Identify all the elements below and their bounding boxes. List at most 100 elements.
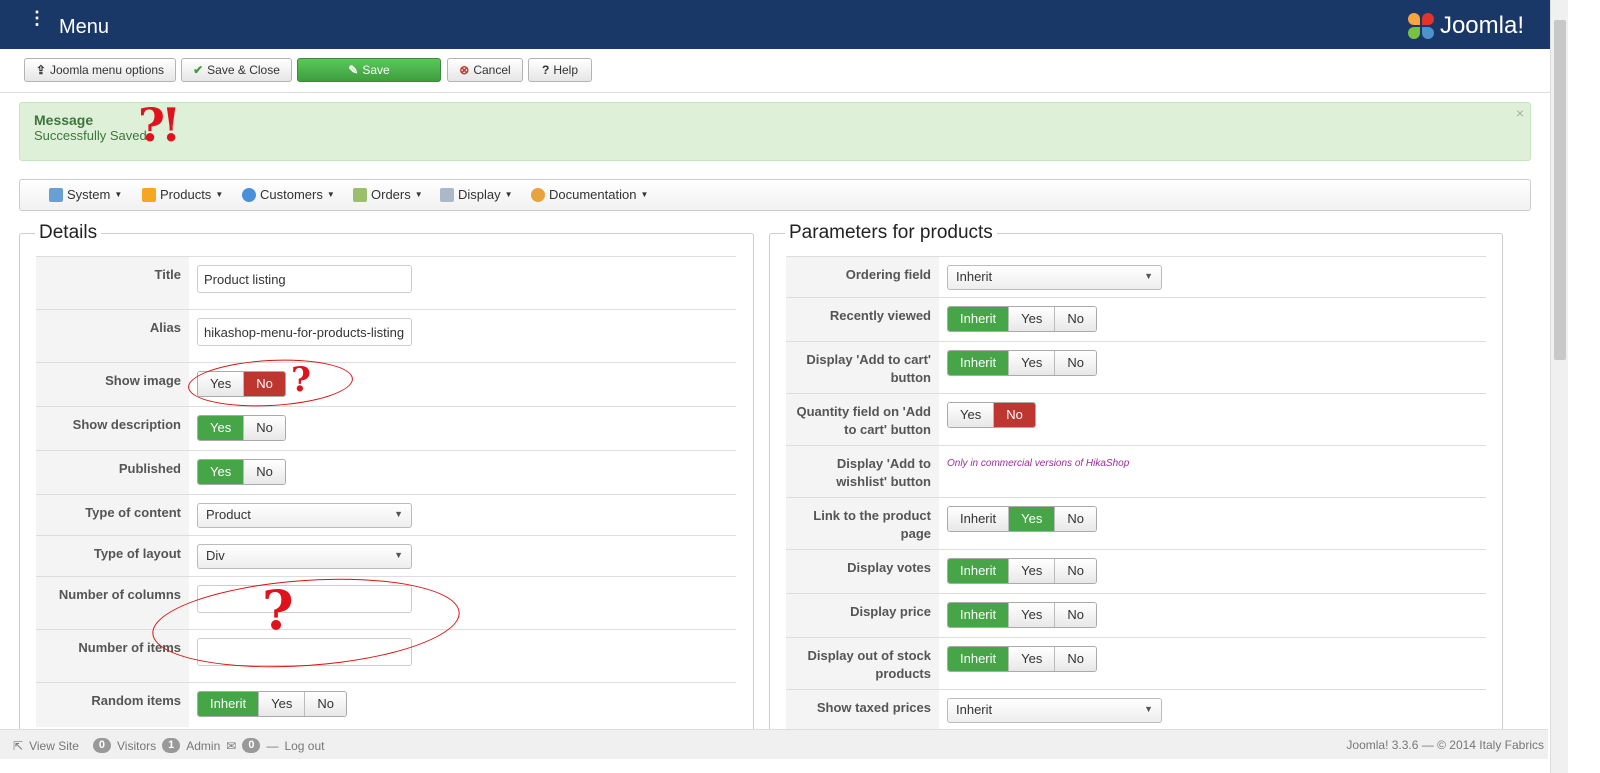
recent-toggle: Inherit Yes No <box>947 306 1097 332</box>
no-option[interactable]: No <box>1055 507 1096 531</box>
nav-system[interactable]: System ▼ <box>49 187 122 202</box>
chevron-down-icon: ▼ <box>414 190 423 199</box>
help-button[interactable]: ? Help <box>528 58 592 82</box>
logout-link[interactable]: Log out <box>284 739 324 753</box>
chevron-down-icon: ▼ <box>394 550 403 560</box>
nav-products[interactable]: Products ▼ <box>142 187 223 202</box>
yes-option[interactable]: Yes <box>1009 351 1056 375</box>
ordering-label: Ordering field <box>786 256 939 298</box>
yes-option[interactable]: Yes <box>198 460 245 484</box>
inherit-option[interactable]: Inherit <box>198 692 260 716</box>
yes-option[interactable]: Yes <box>259 692 306 716</box>
no-option[interactable]: No <box>994 403 1035 427</box>
no-option[interactable]: No <box>1055 647 1096 671</box>
details-legend: Details <box>35 222 102 244</box>
show-description-label: Show description <box>36 406 189 451</box>
nav-label: Documentation <box>549 187 637 202</box>
status-left: ⇱ View Site 0 Visitors 1 Admin ✉ 0 — Log… <box>13 738 325 753</box>
save-button[interactable]: ✎ Save <box>297 58 441 82</box>
menu-toggle-icon[interactable]: ⋮ <box>28 9 46 27</box>
row-votes: Display votes Inherit Yes No <box>786 549 1486 594</box>
chevron-down-icon: ▼ <box>114 190 123 199</box>
scrollbar-thumb[interactable] <box>1554 20 1566 360</box>
joomla-mark-icon <box>1406 11 1436 41</box>
add-cart-toggle: Inherit Yes No <box>947 350 1097 376</box>
external-link-icon: ⇱ <box>13 738 24 753</box>
wishlist-note: Only in commercial versions of HikaShop <box>947 458 1130 469</box>
menu-options-button[interactable]: ⇪ Joomla menu options <box>24 58 176 82</box>
nav-orders[interactable]: Orders ▼ <box>353 187 423 202</box>
message-text: Successfully Saved <box>34 128 147 143</box>
inherit-option[interactable]: Inherit <box>948 307 1010 331</box>
inherit-option[interactable]: Inherit <box>948 351 1010 375</box>
no-option[interactable]: No <box>305 692 346 716</box>
chevron-down-icon: ▼ <box>1144 704 1153 714</box>
yes-option[interactable]: Yes <box>1009 603 1056 627</box>
menu-options-label: Joomla menu options <box>49 63 165 77</box>
users-icon <box>242 187 256 202</box>
taxed-select[interactable]: Inherit ▼ <box>947 698 1162 723</box>
inherit-option[interactable]: Inherit <box>948 647 1010 671</box>
inherit-option[interactable]: Inherit <box>948 507 1010 531</box>
close-icon[interactable]: × <box>1516 105 1524 121</box>
yes-option[interactable]: Yes <box>948 403 995 427</box>
ordering-select[interactable]: Inherit ▼ <box>947 265 1162 290</box>
type-layout-select[interactable]: Div ▼ <box>197 544 412 569</box>
yes-option[interactable]: Yes <box>1009 307 1056 331</box>
nav-documentation[interactable]: Documentation ▼ <box>531 187 648 202</box>
alias-input[interactable] <box>197 318 412 346</box>
show-image-label: Show image <box>36 362 189 407</box>
no-option[interactable]: No <box>1055 351 1096 375</box>
page-title: Menu <box>59 16 110 38</box>
box-icon <box>142 187 156 202</box>
save-close-button[interactable]: ✔ Save & Close <box>181 58 292 82</box>
select-value: Div <box>206 548 225 563</box>
yes-option[interactable]: Yes <box>1009 559 1056 583</box>
type-content-label: Type of content <box>36 494 189 536</box>
price-label: Display price <box>786 593 939 638</box>
yes-option[interactable]: Yes <box>198 416 245 440</box>
no-option[interactable]: No <box>1055 603 1096 627</box>
yes-option[interactable]: Yes <box>1009 507 1056 531</box>
link-toggle: Inherit Yes No <box>947 506 1097 532</box>
row-alias: Alias <box>36 309 736 363</box>
price-toggle: Inherit Yes No <box>947 602 1097 628</box>
qty-label: Quantity field on 'Add to cart' button <box>786 393 939 446</box>
published-label: Published <box>36 450 189 495</box>
no-option[interactable]: No <box>1055 307 1096 331</box>
upload-icon: ⇪ <box>35 63 46 77</box>
inherit-option[interactable]: Inherit <box>948 603 1010 627</box>
random-items-toggle: Inherit Yes No <box>197 691 347 717</box>
title-input[interactable] <box>197 265 412 293</box>
random-items-label: Random items <box>36 682 189 727</box>
joomla-logo[interactable]: Joomla! <box>1406 11 1524 41</box>
no-option[interactable]: No <box>1055 559 1096 583</box>
row-type-content: Type of content Product ▼ <box>36 494 736 536</box>
stock-toggle: Inherit Yes No <box>947 646 1097 672</box>
nav-customers[interactable]: Customers ▼ <box>242 187 335 202</box>
no-option[interactable]: No <box>244 416 285 440</box>
chevron-down-icon: ▼ <box>1144 271 1153 281</box>
cancel-button[interactable]: ⊗ Cancel <box>447 58 523 82</box>
view-site-link[interactable]: View Site <box>29 739 79 753</box>
alias-label: Alias <box>36 309 189 363</box>
vertical-scrollbar[interactable] <box>1550 0 1568 773</box>
details-table: Title Alias Show imageYesNo Show descrip… <box>36 256 736 727</box>
orders-icon <box>353 187 367 202</box>
cancel-label: Cancel <box>473 63 511 77</box>
no-option[interactable]: No <box>244 460 285 484</box>
type-content-select[interactable]: Product ▼ <box>197 503 412 528</box>
nav-display[interactable]: Display ▼ <box>440 187 513 202</box>
wishlist-label: Display 'Add to wishlist' button <box>786 445 939 498</box>
visitors-badge: 0 <box>92 738 111 753</box>
annotation-question: ? <box>291 360 311 400</box>
row-add-cart: Display 'Add to cart' button Inherit Yes No <box>786 341 1486 394</box>
message-heading: Message <box>34 112 94 128</box>
row-ordering: Ordering field Inherit ▼ <box>786 256 1486 298</box>
yes-option[interactable]: Yes <box>1009 647 1056 671</box>
nav-label: Customers <box>260 187 323 202</box>
select-value: Inherit <box>956 269 993 284</box>
inherit-option[interactable]: Inherit <box>948 559 1010 583</box>
nav-label: Orders <box>371 187 411 202</box>
help-label: Help <box>553 63 579 77</box>
